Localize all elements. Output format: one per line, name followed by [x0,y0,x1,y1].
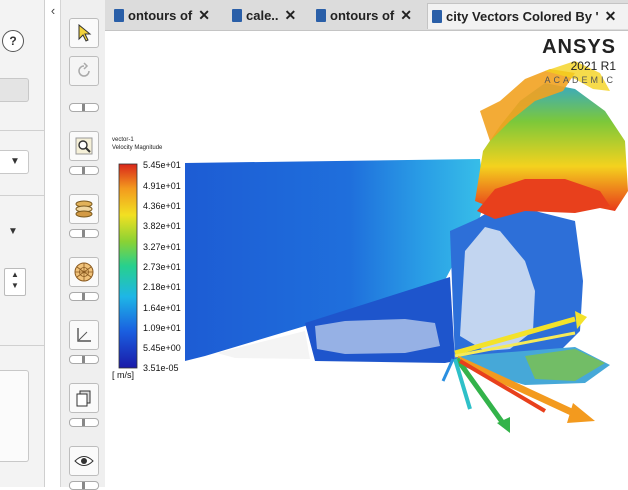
document-icon [232,9,242,22]
document-icon [316,9,326,22]
toolbar-slider[interactable] [69,418,99,427]
legend-tick: 5.45e+01 [143,160,181,170]
eye-icon [74,456,94,466]
panel-divider [0,345,44,346]
legend-tick: 5.45e+00 [143,343,181,353]
close-icon[interactable]: ✕ [605,8,617,25]
graphics-tab-bar: ontours of ✕ cale.. ✕ ontours of ✕ city … [105,0,628,31]
panel-divider [0,195,44,196]
toolbar-slider[interactable] [69,103,99,112]
legend-tick: 3.27e+01 [143,242,181,252]
left-panel: ? ▼ ▼ ▲ ▼ [0,0,45,487]
tab-scale[interactable]: cale.. ✕ [228,3,308,28]
layers-icon [75,200,93,218]
toolbar-slider[interactable] [69,481,99,490]
toolbar-slider[interactable] [69,292,99,301]
rotate-icon [78,62,90,77]
rotate-button[interactable] [69,56,99,86]
legend-units: [ m/s] [112,370,134,380]
tab-contours-2[interactable]: ontours of ✕ [312,3,424,28]
legend-tick: 4.36e+01 [143,201,181,211]
zoom-button[interactable] [69,131,99,161]
panel-divider [0,130,44,131]
document-icon [114,9,124,22]
legend-tick: 4.91e+01 [143,181,181,191]
axes-button[interactable] [69,320,99,350]
zoom-icon [75,137,93,155]
collapse-panel-icon[interactable]: ‹ [46,4,60,18]
view-button[interactable] [69,446,99,476]
mesh-display-button[interactable] [69,257,99,287]
tab-velocity-vectors[interactable]: city Vectors Colored By ' ✕ [427,3,628,29]
pointer-button[interactable] [69,18,99,48]
close-icon[interactable]: ✕ [400,7,412,24]
copy-button[interactable] [69,383,99,413]
tab-contours-1[interactable]: ontours of ✕ [110,3,222,28]
close-icon[interactable]: ✕ [198,7,210,24]
legend-tick: 1.09e+01 [143,323,181,333]
close-icon[interactable]: ✕ [285,7,297,24]
spinner-control[interactable]: ▲ ▼ [4,268,26,296]
graphics-toolbar [60,0,106,490]
layers-button[interactable] [69,194,99,224]
axes-icon [77,328,91,342]
legend-tick: 3.51e-05 [143,363,179,373]
legend-tick: 2.73e+01 [143,262,181,272]
tab-label: city Vectors Colored By ' [446,9,599,24]
tab-label: ontours of [330,8,395,23]
brand-version: 2021 R1 [570,59,616,73]
chevron-down-icon[interactable]: ▼ [8,226,18,237]
panel-field-top[interactable] [0,78,29,102]
brand-edition: ACADEMIC [544,75,616,85]
legend-title-line2: Velocity Magnitude [112,145,163,151]
mesh-sphere-icon [74,262,94,282]
toolbar-slider[interactable] [69,355,99,364]
legend-tick: 3.82e+01 [143,221,181,231]
colorbar [118,163,138,369]
brand-name: ANSYS [542,36,616,58]
pointer-icon [78,24,92,42]
panel-field-bottom[interactable] [0,370,29,462]
graphics-viewport[interactable]: ANSYS 2021 R1 ACADEMIC vector-1 Velocity… [105,31,628,487]
vector-cloud-white [315,319,440,354]
help-icon[interactable]: ? [2,30,24,52]
tab-label: ontours of [128,8,193,23]
toolbar-slider[interactable] [69,166,99,175]
copy-icon [76,390,91,407]
chevron-down-icon: ▼ [10,156,20,167]
toolbar-slider[interactable] [69,229,99,238]
legend-tick: 2.18e+01 [143,282,181,292]
velocity-vector-plot[interactable] [105,31,628,487]
legend-tick: 1.64e+01 [143,303,181,313]
ansys-logo: ANSYS 2021 R1 ACADEMIC [542,36,616,85]
document-icon [432,10,442,23]
tab-label: cale.. [246,8,279,23]
legend-title-line1: vector-1 [112,137,134,143]
